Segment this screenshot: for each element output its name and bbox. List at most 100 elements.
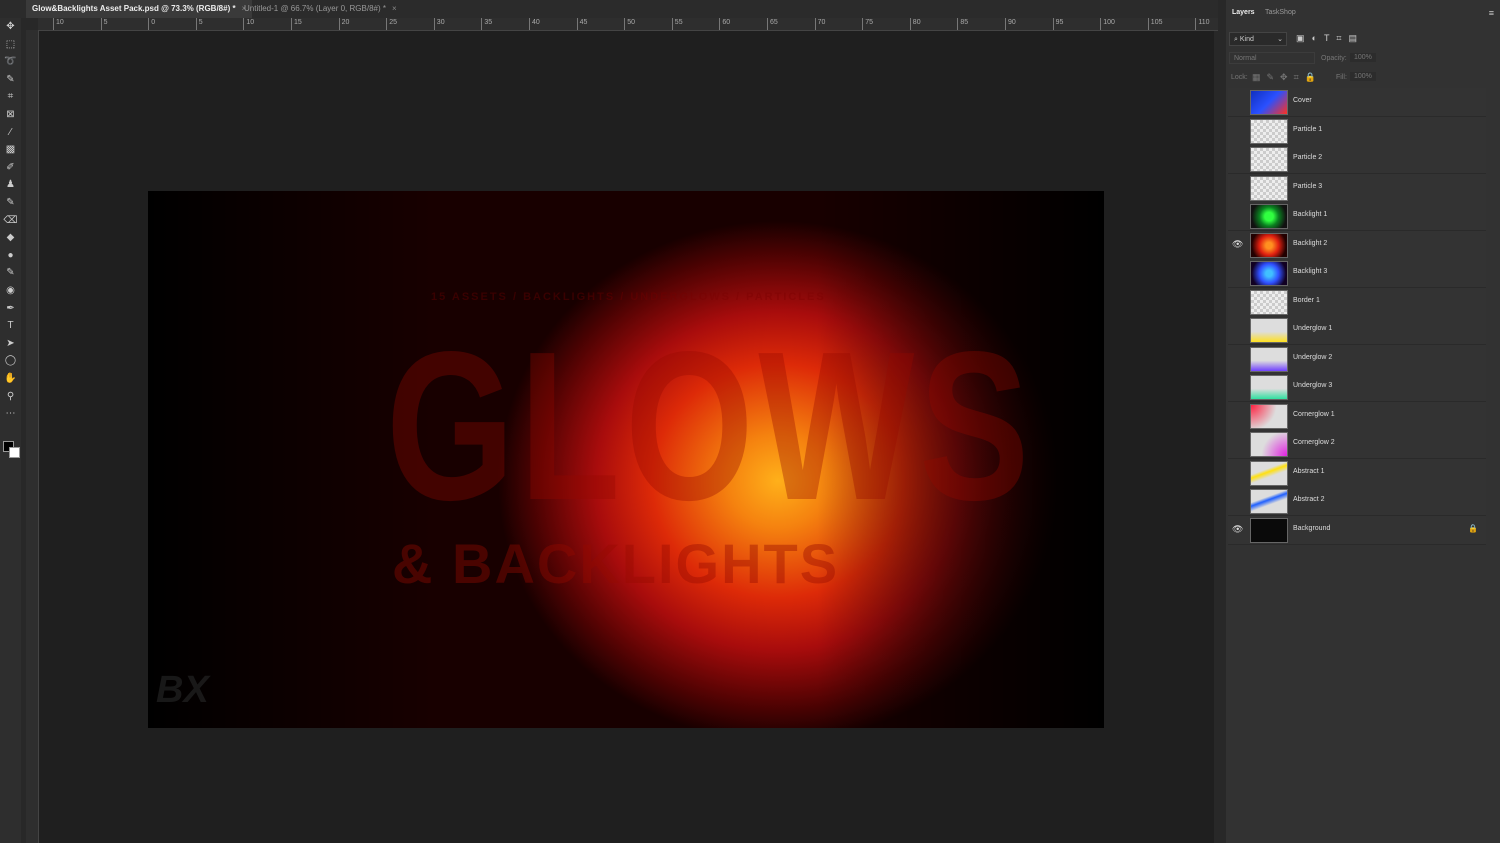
layer-row[interactable]: Underglow 1 xyxy=(1228,316,1486,345)
layer-thumbnail xyxy=(1250,460,1288,486)
layer-row[interactable]: Abstract 2 xyxy=(1228,487,1486,516)
visibility-toggle[interactable] xyxy=(1232,182,1242,192)
lock-label: Lock: xyxy=(1231,74,1248,81)
layer-row[interactable]: Particle 3 xyxy=(1228,173,1486,203)
layer-name: Underglow 2 xyxy=(1293,353,1333,361)
close-icon[interactable]: × xyxy=(392,4,397,13)
layer-thumbnail xyxy=(1250,232,1288,258)
layer-name: Background xyxy=(1293,524,1331,532)
path-select-tool-icon[interactable]: ➤ xyxy=(3,337,18,351)
visibility-toggle[interactable] xyxy=(1232,125,1242,135)
canvas-title: GLOWS xyxy=(386,307,1035,544)
type-tool-icon[interactable]: T xyxy=(3,319,18,333)
ellipse-tool-icon[interactable]: ◯ xyxy=(3,354,18,368)
ruler-tick-label: 0 xyxy=(148,18,155,30)
filter-kind-dropdown[interactable]: ⌕ Kind ⌄ xyxy=(1229,32,1287,46)
sponge-tool-icon[interactable]: ◉ xyxy=(3,284,18,298)
ruler-tick-label: 5 xyxy=(195,18,203,30)
crop-tool-icon[interactable]: ⌗ xyxy=(3,90,18,104)
layer-row[interactable]: Backlight 3 xyxy=(1228,259,1486,288)
brush-tool-icon[interactable]: ✐ xyxy=(3,161,18,175)
layer-row[interactable]: Particle 2 xyxy=(1228,145,1486,174)
visibility-toggle[interactable] xyxy=(1232,153,1242,163)
eyedropper-tool-icon[interactable]: ⁄ xyxy=(3,126,18,140)
visibility-toggle[interactable] xyxy=(1232,96,1242,106)
layer-thumbnail xyxy=(1250,318,1288,343)
eye-icon[interactable]: 👁 xyxy=(1232,524,1243,534)
layer-row[interactable]: Cornerglow 1 xyxy=(1228,401,1486,431)
lock-icons[interactable]: ▦✎✥⌗🔒 xyxy=(1252,72,1322,83)
fill-input[interactable]: 100% xyxy=(1350,72,1376,81)
layer-thumbnail xyxy=(1250,517,1288,543)
layer-row[interactable]: 👁 Background 🔒 xyxy=(1228,515,1486,545)
layer-thumbnail xyxy=(1250,261,1288,286)
layer-row[interactable]: Abstract 1 xyxy=(1228,458,1486,488)
ruler-tick-label: 25 xyxy=(386,18,397,30)
visibility-toggle[interactable] xyxy=(1232,467,1242,477)
move-tool-icon[interactable]: ✥ xyxy=(3,20,18,34)
dodge-tool-icon[interactable]: ✎ xyxy=(3,266,18,280)
layer-thumbnail xyxy=(1250,432,1288,457)
filter-value: Kind xyxy=(1239,36,1254,43)
visibility-toggle[interactable] xyxy=(1232,410,1242,420)
ruler-tick-label: 85 xyxy=(957,18,968,30)
visibility-toggle[interactable] xyxy=(1232,267,1242,277)
blend-mode-dropdown[interactable]: Normal xyxy=(1229,52,1315,64)
panel-menu-icon[interactable]: ≡ xyxy=(1489,8,1494,18)
marquee-tool-icon[interactable]: ⬚ xyxy=(3,38,18,52)
opacity-input[interactable]: 100% xyxy=(1350,53,1376,62)
history-brush-tool-icon[interactable]: ✎ xyxy=(3,196,18,210)
ruler-tick-label: 70 xyxy=(814,18,825,30)
paint-bucket-tool-icon[interactable]: ◆ xyxy=(3,231,18,245)
zoom-tool-icon[interactable]: ⚲ xyxy=(3,390,18,404)
visibility-toggle[interactable] xyxy=(1232,495,1242,505)
tab-taskshop[interactable]: TaskShop xyxy=(1265,9,1296,16)
hand-tool-icon[interactable]: ✋ xyxy=(3,372,18,386)
visibility-toggle[interactable] xyxy=(1232,353,1242,363)
layer-row[interactable]: 👁 Backlight 2 xyxy=(1228,230,1486,260)
visibility-toggle[interactable] xyxy=(1232,438,1242,448)
tab-untitled[interactable]: Untitled-1 @ 66.7% (Layer 0, RGB/8#) * × xyxy=(238,0,403,18)
layer-row[interactable]: Border 1 xyxy=(1228,287,1486,317)
ruler-tick-label: 80 xyxy=(909,18,921,30)
layer-thumbnail xyxy=(1250,403,1288,429)
stamp-tool-icon[interactable]: ♟ xyxy=(3,178,18,192)
lock-icon[interactable]: 🔒 xyxy=(1468,524,1478,533)
document-canvas[interactable]: 15 ASSETS / BACKLIGHTS / UNDERGLOWS / PA… xyxy=(148,191,1104,728)
tools-panel: ✥ ⬚ ➰ ✎ ⌗ ⊠ ⁄ ▩ ✐ ♟ ✎ ⌫ ◆ ● ✎ ◉ ✒ T ➤ ◯ ✋ ⚲ ⋯ xyxy=(0,18,21,843)
layer-row[interactable]: Underglow 3 xyxy=(1228,373,1486,402)
filter-icons[interactable]: ▣◐T⌗▤ xyxy=(1296,33,1364,44)
horizontal-ruler: 10 5 0 5 10 15 20 25 30 35 40 45 50 55 60 65 70 75 80 85 90 9… xyxy=(38,18,1218,31)
frame-tool-icon[interactable]: ⊠ xyxy=(3,108,18,122)
ruler-tick-label: 30 xyxy=(433,18,445,30)
quick-select-tool-icon[interactable]: ✎ xyxy=(3,73,18,87)
brand-logo: BX xyxy=(156,669,209,711)
ruler-tick-label: 110 xyxy=(1195,18,1210,30)
layer-thumbnail xyxy=(1250,204,1288,229)
layer-row[interactable]: Cover xyxy=(1228,88,1486,117)
tab-layers[interactable]: Layers xyxy=(1232,9,1255,16)
ruler-tick-label: 90 xyxy=(1005,18,1016,30)
layer-row[interactable]: Cornerglow 2 xyxy=(1228,430,1486,459)
visibility-toggle[interactable] xyxy=(1232,324,1242,334)
background-color-swatch[interactable] xyxy=(9,447,20,458)
layer-thumbnail xyxy=(1250,90,1288,115)
layer-row[interactable]: Particle 1 xyxy=(1228,116,1486,146)
visibility-toggle[interactable] xyxy=(1232,296,1242,306)
layer-row[interactable]: Underglow 2 xyxy=(1228,344,1486,374)
visibility-toggle[interactable] xyxy=(1232,381,1242,391)
blur-tool-icon[interactable]: ● xyxy=(3,249,18,263)
eye-icon[interactable]: 👁 xyxy=(1232,239,1243,249)
layer-row[interactable]: Backlight 1 xyxy=(1228,202,1486,231)
layer-name: Particle 2 xyxy=(1293,154,1323,161)
pen-tool-icon[interactable]: ✒ xyxy=(3,302,18,316)
healing-tool-icon[interactable]: ▩ xyxy=(3,143,18,157)
more-tool-icon[interactable]: ⋯ xyxy=(3,407,18,421)
eraser-tool-icon[interactable]: ⌫ xyxy=(3,214,18,228)
lasso-tool-icon[interactable]: ➰ xyxy=(3,55,18,69)
layer-thumbnail xyxy=(1250,489,1288,514)
tab-glow-backlights[interactable]: Glow&Backlights Asset Pack.psd @ 73.3% (… xyxy=(26,0,253,18)
layer-name: Cover xyxy=(1293,97,1312,104)
ruler-tick-label: 10 xyxy=(243,18,254,30)
visibility-toggle[interactable] xyxy=(1232,210,1242,220)
